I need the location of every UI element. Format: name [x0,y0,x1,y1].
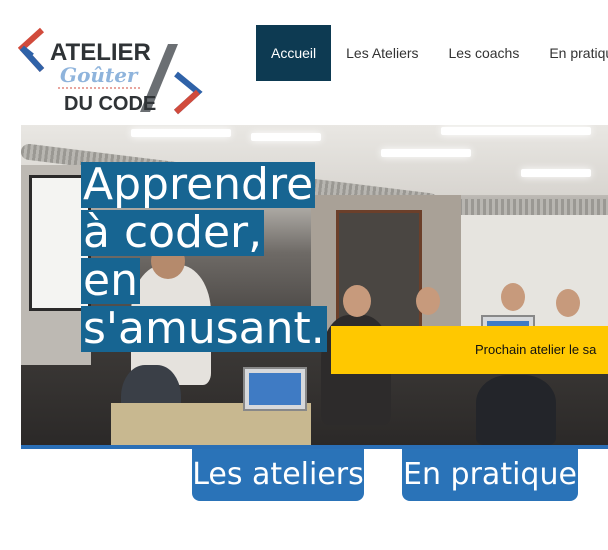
en-pratique-button[interactable]: En pratique [402,449,578,501]
nav-item-accueil[interactable]: Accueil [256,25,332,81]
laptop [243,367,307,411]
ceiling-light [521,169,591,177]
nav-item-en-pratique[interactable]: En pratique [534,25,608,81]
ceiling-light [381,149,471,157]
next-workshop-banner[interactable]: Prochain atelier le sa [331,326,608,374]
ceiling-light [131,129,231,137]
logo-text-gouter: Goûter [60,63,139,87]
site-logo[interactable]: ATELIER Goûter DU CODE [18,26,204,118]
headline-line-2: à coder, [81,207,265,258]
ceiling-light [441,127,591,135]
nav-item-les-ateliers[interactable]: Les Ateliers [331,25,433,81]
logo-text-atelier: ATELIER [50,39,151,66]
person [343,285,371,317]
logo-text-du-code: DU CODE [64,93,156,115]
person [501,283,525,311]
headline-line-1: Apprendre [81,159,316,210]
nav-item-les-coachs[interactable]: Les coachs [434,25,535,81]
logo-graphic: ATELIER Goûter DU CODE [18,27,203,115]
person [416,287,440,315]
ceiling-pipe [441,199,608,215]
person [476,375,556,445]
ceiling-light [251,133,321,141]
person [556,289,580,317]
les-ateliers-button[interactable]: Les ateliers [192,449,364,501]
main-nav: Accueil Les Ateliers Les coachs En prati… [256,25,608,81]
headline-line-4: s'amusant. [81,303,327,354]
hero-headline: Apprendre à coder, en s'amusant. [81,162,341,354]
headline-line-3: en [81,255,140,306]
